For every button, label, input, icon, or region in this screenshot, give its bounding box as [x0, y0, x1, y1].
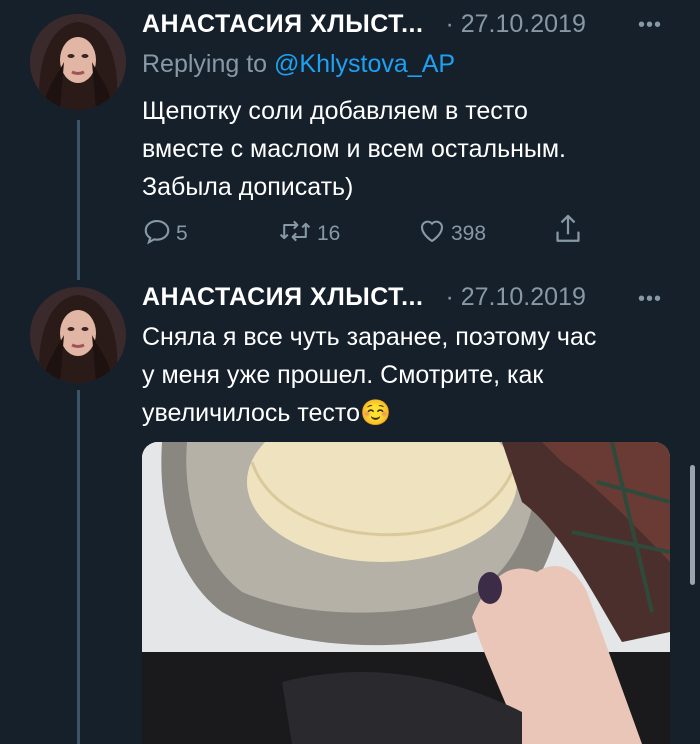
share-icon: [552, 212, 588, 252]
reply-handle-link[interactable]: @Khlystova_AP: [274, 50, 455, 78]
reply-count: 5: [176, 222, 188, 245]
replying-to: Replying to @Khlystova_AP: [142, 50, 455, 79]
tweet-media-image[interactable]: [142, 442, 670, 744]
author-name[interactable]: АНАСТАСИЯ ХЛЫСТ...: [142, 283, 423, 312]
tweet-text-line: у меня уже прошел. Смотрите, как: [142, 361, 544, 389]
tweet-text: Сняла я все чуть заранее, поэтому час у …: [142, 318, 682, 432]
tweet-header: АНАСТАСИЯ ХЛЫСТ... · 27.10.2019: [142, 283, 586, 312]
like-button[interactable]: 398: [417, 216, 486, 252]
retweet-count: 16: [317, 222, 341, 245]
tweet-text: Щепотку соли добавляем в тесто вместе с …: [142, 92, 682, 206]
share-button[interactable]: [552, 212, 588, 252]
retweet-button[interactable]: 16: [277, 216, 340, 252]
avatar[interactable]: [30, 287, 126, 383]
reply-prefix: Replying to: [142, 50, 268, 78]
more-options-icon[interactable]: •••: [638, 288, 662, 311]
retweet-icon: [277, 216, 317, 252]
avatar[interactable]: [30, 14, 126, 110]
reply-button[interactable]: 5: [142, 216, 188, 252]
tweet-text-line: Сняла я все чуть заранее, поэтому час: [142, 323, 597, 351]
more-options-icon[interactable]: •••: [638, 14, 662, 37]
tweet-actions: 5 16 398: [142, 212, 602, 252]
like-icon: [417, 216, 451, 252]
tweet-text-line: Забыла дописать): [142, 173, 354, 201]
scrollbar[interactable]: [690, 465, 695, 585]
tweet-date[interactable]: · 27.10.2019: [445, 283, 585, 312]
like-count: 398: [451, 222, 487, 245]
reply-icon: [142, 216, 176, 252]
tweet-text-line: Щепотку соли добавляем в тесто: [142, 97, 528, 125]
tweet-date[interactable]: · 27.10.2019: [445, 10, 585, 39]
thread-line: [77, 120, 80, 280]
tweet-header: АНАСТАСИЯ ХЛЫСТ... · 27.10.2019: [142, 10, 586, 39]
tweet-text-line: увеличилось тесто☺️: [142, 399, 392, 427]
author-name[interactable]: АНАСТАСИЯ ХЛЫСТ...: [142, 10, 423, 39]
thread-line: [77, 390, 80, 744]
tweet-text-line: вместе с маслом и всем остальным.: [142, 135, 566, 163]
